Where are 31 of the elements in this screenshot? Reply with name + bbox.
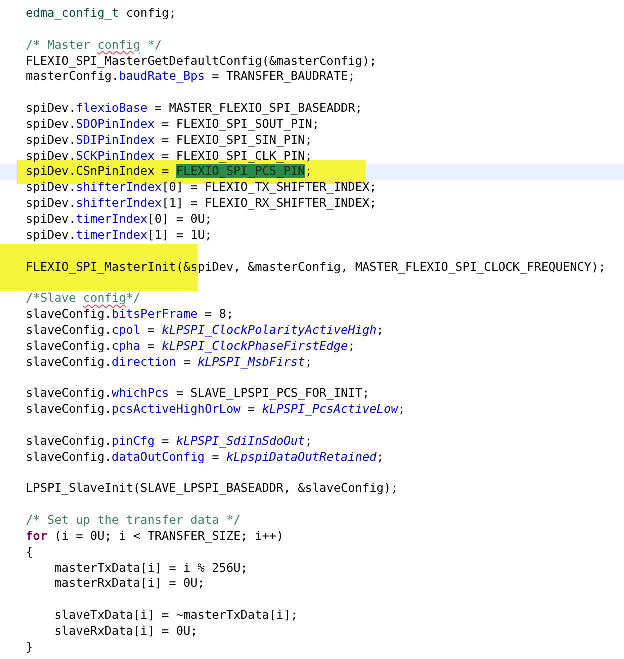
code-line: slaveConfig.direction = kLPSPI_MsbFirst; — [25, 354, 314, 370]
code-line: slaveConfig.dataOutConfig = kLpspiDataOutRetained; — [25, 450, 385, 466]
code-line: spiDev.SDIPinIndex = FLEXIO_SPI_SIN_PIN; — [25, 132, 314, 149]
code-line: spiDev.timerIndex[0] = 0U; — [25, 212, 214, 228]
code-line: } — [25, 640, 34, 656]
code-line: spiDev.CSnPinIndex = FLEXIO_SPI_PCS_PIN; — [25, 164, 314, 180]
code-line: LPSPI_SlaveInit(SLAVE_LPSPI_BASEADDR, &slaveConfig); — [25, 481, 400, 498]
code-line: slaveConfig.whichPcs = SLAVE_LPSPI_PCS_FOR_INIT; — [25, 386, 371, 402]
code-line: { — [25, 544, 34, 561]
code-line: spiDev.shifterIndex[0] = FLEXIO_TX_SHIFTER_INDEX; — [25, 180, 378, 196]
code-line: spiDev.flexioBase = MASTER_FLEXIO_SPI_BASEADDR; — [25, 101, 364, 117]
code-line: slaveTxData[i] = ~masterTxData[i]; — [54, 608, 300, 624]
code-line: /*Slave config*/ — [25, 291, 142, 308]
code-line: slaveConfig.pinCfg = kLPSPI_SdiInSdoOut; — [25, 434, 314, 450]
code-line: edma_config_t config; — [25, 6, 178, 22]
code-line: slaveConfig.cpol = kLPSPI_ClockPolarityActiveHigh; — [25, 322, 385, 339]
code-line: slaveConfig.pcsActiveHighOrLow = kLPSPI_PcsActiveLow; — [25, 402, 406, 418]
code-line: /* Set up the transfer data */ — [25, 513, 242, 529]
code-line: /* Master config */ — [25, 38, 164, 54]
code-line: spiDev.SDOPinIndex = FLEXIO_SPI_SOUT_PIN; — [25, 116, 321, 133]
code-line: FLEXIO_SPI_MasterGetDefaultConfig(&masterConfig); — [25, 54, 378, 70]
code-line: masterTxData[i] = i % 256U; — [54, 560, 249, 576]
code-line: for (i = 0U; i < TRANSFER_SIZE; i++) — [25, 528, 285, 545]
code-line: spiDev.shifterIndex[1] = FLEXIO_RX_SHIFTER_INDEX; — [25, 196, 378, 212]
code-line: masterConfig.baudRate_Bps = TRANSFER_BAUDRATE; — [25, 69, 356, 86]
code-line: masterRxData[i] = 0U; — [54, 576, 206, 592]
code-line: slaveConfig.bitsPerFrame = 8; — [25, 307, 235, 323]
code-line: spiDev.timerIndex[1] = 1U; — [25, 228, 214, 244]
code-line: spiDev.SCKPinIndex = FLEXIO_SPI_CLK_PIN; — [25, 148, 314, 164]
code-line: slaveConfig.cpha = kLPSPI_ClockPhaseFirstEdge; — [25, 338, 356, 355]
code-line: slaveRxData[i] = 0U; — [54, 624, 199, 640]
